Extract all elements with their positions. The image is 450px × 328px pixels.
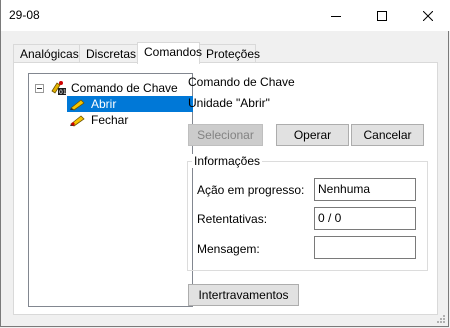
comandos-panel: 01 Comando de Chave Abrir Fechar Comando…	[13, 62, 438, 315]
switch-command-icon: 01	[51, 81, 67, 96]
dialog-window: 29-08 Analógicas Discretas Comandos Prot…	[0, 0, 450, 327]
interlocks-button[interactable]: Intertravamentos	[188, 284, 299, 306]
tree-root-label: Comando de Chave	[71, 81, 178, 95]
retries-label: Retentativas:	[197, 212, 268, 226]
operate-button[interactable]: Operar	[276, 124, 349, 146]
operate-button-label: Operar	[293, 128, 332, 142]
message-label: Mensagem:	[197, 242, 260, 256]
tab-discretas[interactable]: Discretas	[79, 44, 139, 62]
message-field[interactable]	[314, 236, 416, 259]
close-icon	[423, 10, 433, 21]
cancel-button[interactable]: Cancelar	[351, 124, 424, 146]
command-tree[interactable]: 01 Comando de Chave Abrir Fechar	[28, 73, 193, 307]
window-title: 29-08	[9, 8, 40, 22]
title-bar[interactable]: 29-08	[1, 0, 450, 31]
cancel-button-label: Cancelar	[363, 128, 412, 142]
retries-field[interactable]: 0 / 0	[314, 207, 416, 230]
info-group-title: Informações	[192, 154, 263, 168]
collapse-icon[interactable]	[35, 83, 44, 93]
pencil-icon	[70, 115, 85, 127]
svg-text:01: 01	[59, 89, 67, 96]
select-button[interactable]: Selecionar	[188, 124, 263, 146]
tab-label: Proteções	[206, 47, 261, 61]
resize-grip-icon[interactable]	[436, 314, 446, 324]
tab-comandos[interactable]: Comandos	[137, 42, 203, 64]
maximize-icon	[377, 10, 387, 21]
tree-root[interactable]: 01 Comando de Chave	[35, 80, 178, 96]
tab-label: Discretas	[86, 47, 137, 61]
tree-item-fechar[interactable]: Fechar	[69, 112, 128, 128]
tab-label: Analógicas	[20, 47, 79, 61]
pencil-icon	[70, 99, 85, 111]
minimize-icon	[331, 15, 341, 17]
tree-item-abrir[interactable]: Abrir	[67, 96, 193, 112]
tree-item-label: Fechar	[91, 113, 129, 127]
action-label: Ação em progresso:	[197, 183, 305, 197]
tab-analogicas[interactable]: Analógicas	[13, 44, 80, 62]
select-button-label: Selecionar	[197, 128, 254, 142]
maximize-button[interactable]	[359, 0, 405, 31]
details-heading: Comando de Chave	[188, 75, 295, 89]
action-field[interactable]: Nenhuma	[314, 178, 416, 201]
tree-item-label: Abrir	[91, 97, 117, 111]
interlocks-button-label: Intertravamentos	[198, 288, 289, 302]
close-button[interactable]	[405, 0, 450, 31]
minimize-button[interactable]	[313, 0, 359, 31]
tab-label: Comandos	[144, 45, 203, 59]
details-subheading: Unidade "Abrir"	[188, 96, 270, 110]
tab-protecoes[interactable]: Proteções	[199, 44, 260, 62]
